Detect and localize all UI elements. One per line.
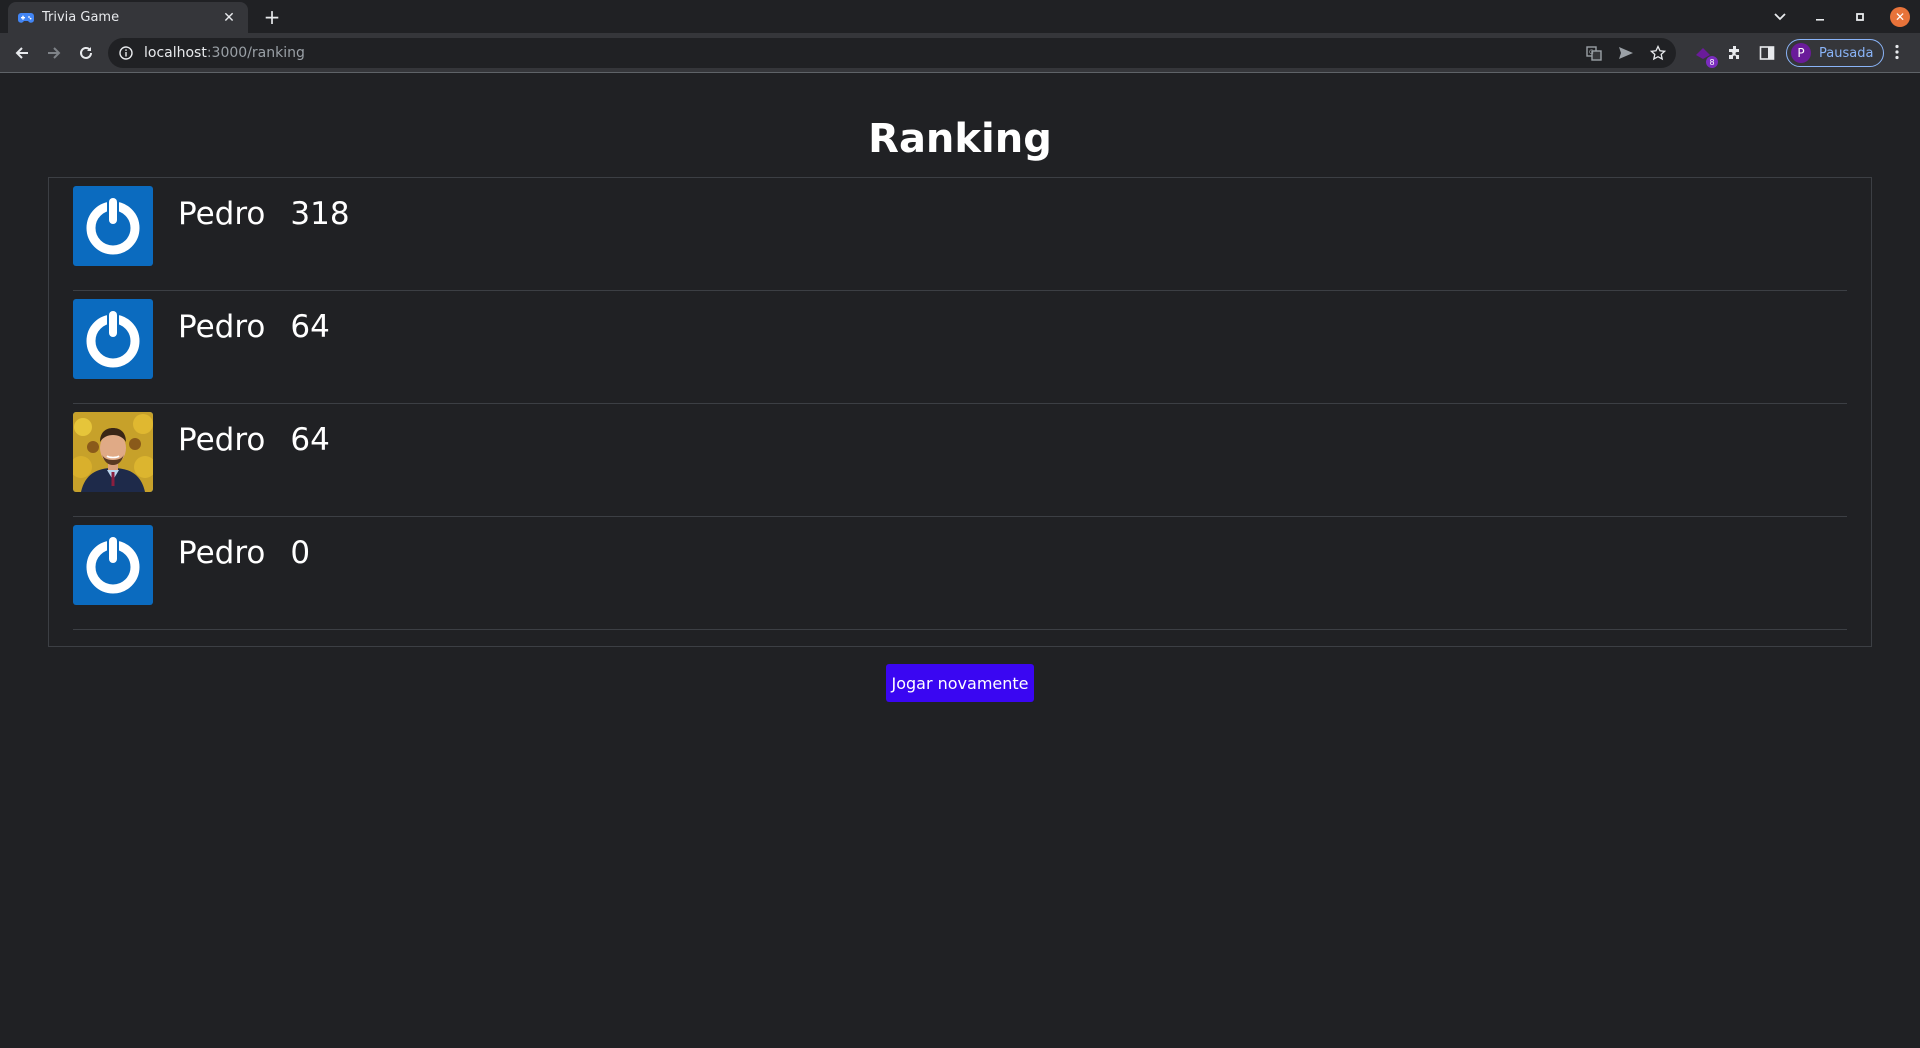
list-item: Pedro 0	[73, 517, 1847, 630]
back-arrow-icon[interactable]	[8, 39, 36, 67]
profile-button[interactable]: P Pausada	[1786, 39, 1885, 67]
url-path: :3000/ranking	[206, 45, 305, 61]
address-bar[interactable]: localhost :3000/ranking G	[108, 38, 1676, 68]
site-info-icon[interactable]	[118, 45, 134, 61]
player-name: Pedro	[178, 196, 266, 232]
player-score: 318	[290, 196, 350, 232]
list-item: Pedro 64	[73, 291, 1847, 404]
profile-label: Pausada	[1819, 45, 1874, 61]
browser-tab[interactable]: Trivia Game ✕	[8, 2, 248, 33]
profile-avatar: P	[1791, 43, 1811, 63]
side-panel-icon[interactable]	[1754, 40, 1780, 66]
more-menu-icon[interactable]	[1884, 39, 1910, 65]
window-close-icon[interactable]: ✕	[1880, 0, 1920, 33]
extension-icon[interactable]: 8	[1690, 40, 1718, 68]
url-host: localhost	[144, 45, 207, 61]
power-icon	[73, 525, 153, 605]
gamepad-icon	[18, 10, 34, 26]
player-name: Pedro	[178, 309, 266, 345]
page-title: Ranking	[868, 116, 1052, 162]
svg-text:G: G	[1589, 49, 1594, 56]
player-score: 64	[290, 309, 330, 345]
player-photo	[73, 412, 153, 492]
tab-search-icon[interactable]	[1760, 0, 1800, 33]
tab-close-icon[interactable]: ✕	[220, 9, 238, 27]
new-tab-icon[interactable]: +	[260, 5, 284, 29]
puzzle-icon[interactable]	[1722, 40, 1748, 66]
player-score: 64	[290, 422, 330, 458]
player-name: Pedro	[178, 535, 266, 571]
tab-title: Trivia Game	[42, 10, 120, 25]
window-controls: ✕	[1760, 0, 1920, 33]
extension-badge: 8	[1706, 56, 1718, 68]
forward-arrow-icon[interactable]	[40, 39, 68, 67]
ranking-list: Pedro 318 Pedro 64 Pedro 64 Pedro 0	[48, 177, 1872, 647]
maximize-icon[interactable]	[1840, 0, 1880, 33]
translate-icon[interactable]: G	[1582, 41, 1606, 65]
ranking-page: Ranking Pedro 318 Pedro 64 Pedro 64 Pedr…	[0, 74, 1920, 1048]
send-icon[interactable]	[1614, 41, 1638, 65]
player-name: Pedro	[178, 422, 266, 458]
power-icon	[73, 186, 153, 266]
play-again-button[interactable]: Jogar novamente	[886, 664, 1034, 702]
player-score: 0	[290, 535, 311, 571]
browser-toolbar: localhost :3000/ranking G 8 P Pausada	[0, 33, 1920, 73]
list-item: Pedro 64	[73, 404, 1847, 517]
reload-icon[interactable]	[72, 39, 100, 67]
bookmark-star-icon[interactable]	[1646, 41, 1670, 65]
tab-strip: Trivia Game ✕ + ✕	[0, 0, 1920, 33]
list-item: Pedro 318	[73, 178, 1847, 291]
power-icon	[73, 299, 153, 379]
minimize-icon[interactable]	[1800, 0, 1840, 33]
